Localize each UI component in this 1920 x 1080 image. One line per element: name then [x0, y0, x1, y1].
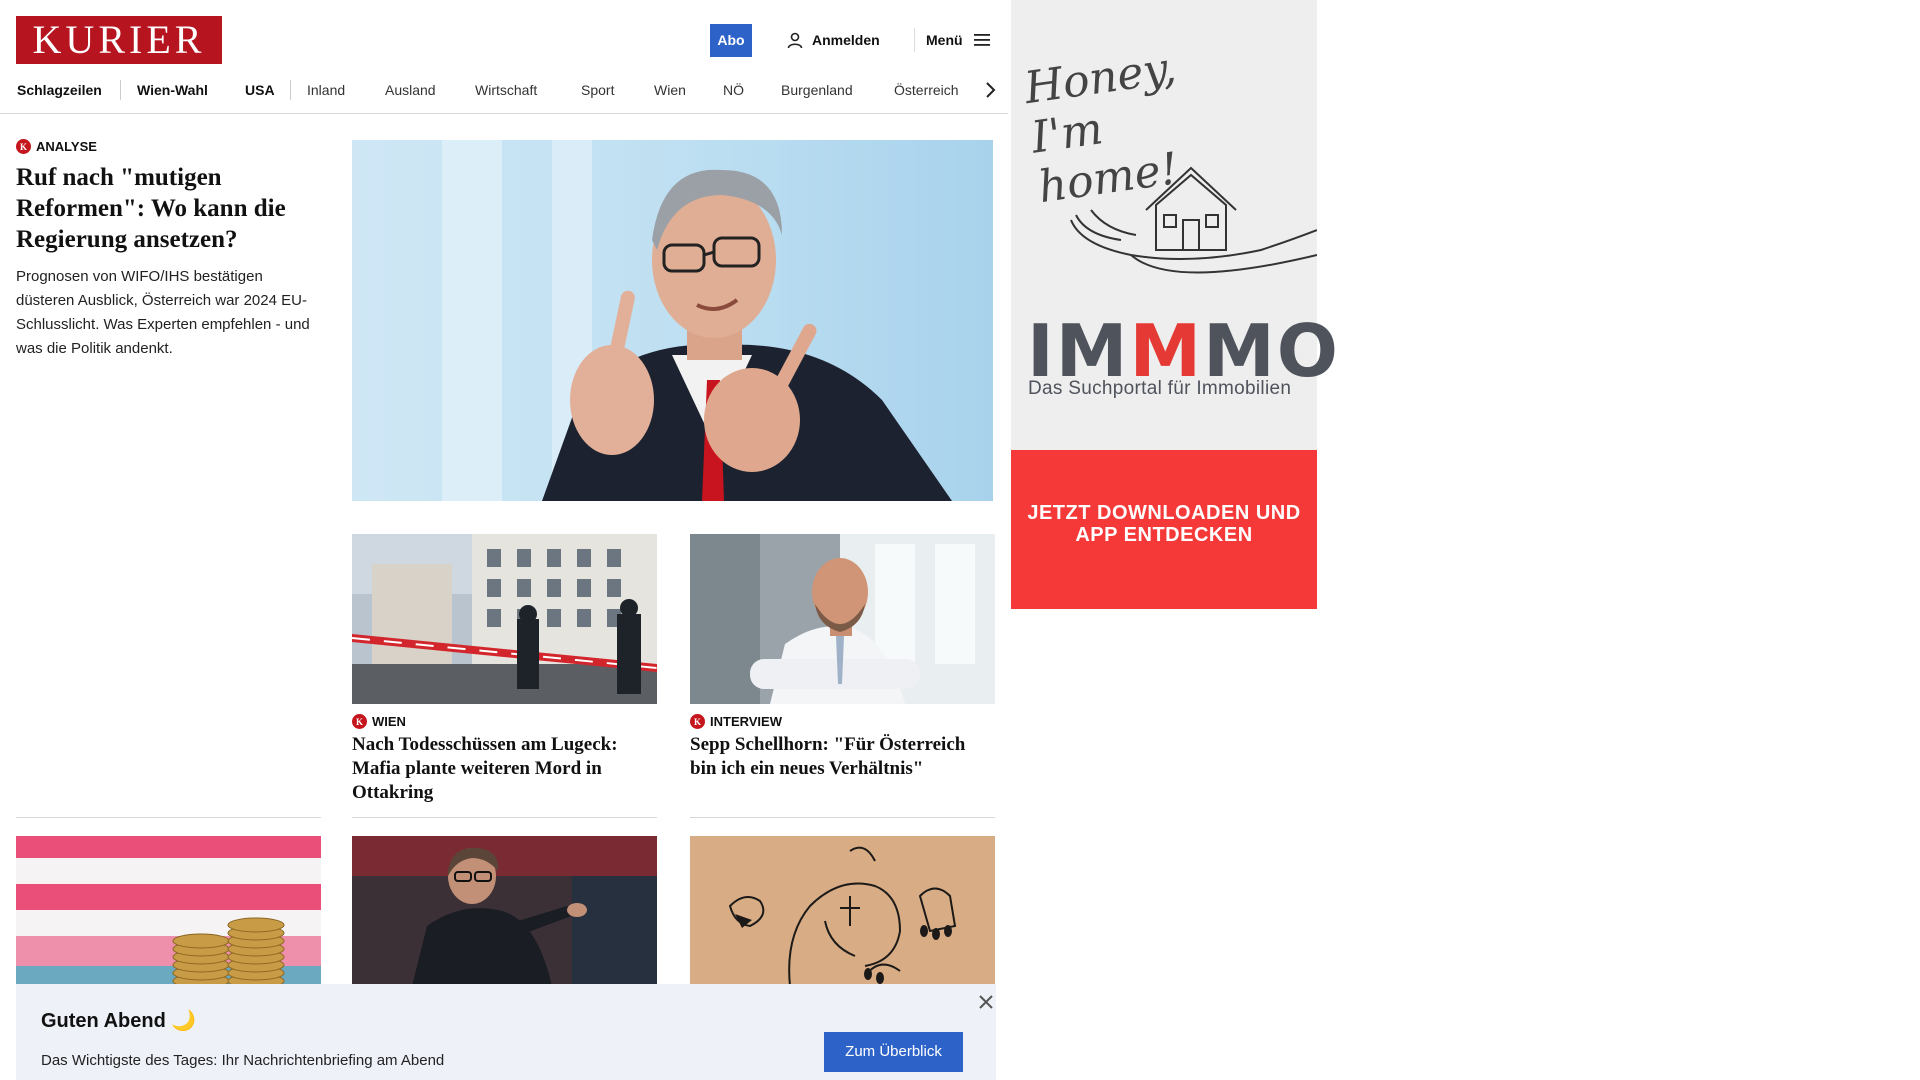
menu-button[interactable]: Menü: [926, 28, 991, 52]
lead-image[interactable]: [352, 140, 993, 501]
header-divider: [914, 28, 915, 52]
divider: [690, 817, 995, 818]
kurier-site: KURIER Abo Anmelden Menü Schlagzeilen Wi…: [0, 0, 1008, 1080]
nav-item-wien-wahl[interactable]: Wien-Wahl: [137, 82, 208, 98]
divider: [352, 817, 657, 818]
banner-title: Guten Abend 🌙: [41, 1010, 197, 1032]
nav-divider: [120, 80, 121, 100]
nav-item-ausland[interactable]: Ausland: [385, 82, 436, 98]
nav-item-oesterreich[interactable]: Österreich: [894, 82, 959, 98]
nav-item-burgenland[interactable]: Burgenland: [781, 82, 853, 98]
close-icon[interactable]: [976, 992, 996, 1012]
article-card-interview[interactable]: K INTERVIEW Sepp Schellhorn: "Für Österr…: [690, 534, 995, 781]
login-label: Anmelden: [812, 32, 880, 48]
nav-item-inland[interactable]: Inland: [307, 82, 345, 98]
nav-item-schlagzeilen[interactable]: Schlagzeilen: [17, 82, 102, 98]
article-card-wien[interactable]: K WIEN Nach Todesschüssen am Lugeck: Maf…: [352, 534, 657, 805]
nav-item-noe[interactable]: NÖ: [723, 82, 744, 98]
card-kicker-label: INTERVIEW: [710, 714, 782, 729]
immmo-advertisement[interactable]: Honey, I'm home! IMMMO Das Suchportal fü…: [1011, 0, 1338, 609]
lead-kicker: K ANALYSE: [16, 139, 320, 154]
card-kicker: K WIEN: [352, 714, 657, 729]
card-title[interactable]: Nach Todesschüssen am Lugeck: Mafia plan…: [352, 733, 657, 805]
house-in-hand-icon: [1070, 166, 1317, 274]
user-icon: [787, 32, 803, 49]
immmo-logo: IMMMO: [1027, 315, 1340, 387]
briefing-banner: Guten Abend 🌙 Das Wichtigste des Tages: …: [16, 984, 996, 1080]
kurier-k-icon: K: [16, 139, 31, 154]
ad-tagline: Das Suchportal für Immobilien: [1028, 378, 1292, 399]
lead-kicker-label: ANALYSE: [36, 139, 97, 154]
ad-cta-button[interactable]: JETZT DOWNLOADEN UND APP ENTDECKEN: [1011, 450, 1317, 609]
card-kicker: K INTERVIEW: [690, 714, 995, 729]
kurier-logo[interactable]: KURIER: [16, 16, 222, 64]
card-image-portrait: [690, 534, 995, 704]
banner-subtitle: Das Wichtigste des Tages: Ihr Nachrichte…: [41, 1052, 445, 1069]
card-title[interactable]: Sepp Schellhorn: "Für Österreich bin ich…: [690, 733, 995, 781]
abo-button[interactable]: Abo: [710, 24, 752, 57]
hamburger-icon: [973, 34, 990, 46]
kurier-k-icon: K: [352, 714, 367, 729]
ad-cta-label: JETZT DOWNLOADEN UND APP ENTDECKEN: [1027, 502, 1301, 546]
nav-item-wirtschaft[interactable]: Wirtschaft: [475, 82, 537, 98]
login-button[interactable]: Anmelden: [786, 28, 880, 52]
lead-article: K ANALYSE Ruf nach "mutigen Reformen": W…: [16, 139, 320, 361]
chevron-right-icon[interactable]: [978, 78, 1002, 102]
kurier-k-icon: K: [690, 714, 705, 729]
overview-button[interactable]: Zum Überblick: [824, 1032, 963, 1072]
nav-item-sport[interactable]: Sport: [581, 82, 614, 98]
thumbnail-coach[interactable]: [352, 836, 657, 986]
lead-title[interactable]: Ruf nach "mutigen Reformen": Wo kann die…: [16, 162, 320, 255]
menu-label: Menü: [926, 32, 963, 48]
card-kicker-label: WIEN: [372, 714, 406, 729]
thumbnail-illustration[interactable]: [690, 836, 995, 986]
nav-divider: [290, 80, 291, 100]
nav-item-wien[interactable]: Wien: [654, 82, 686, 98]
thumbnail-coins[interactable]: [16, 836, 321, 986]
lead-description: Prognosen von WIFO/IHS bestätigen düster…: [16, 268, 310, 357]
nav-item-usa[interactable]: USA: [245, 82, 275, 98]
section-nav: Schlagzeilen Wien-Wahl USA Inland Auslan…: [0, 76, 1008, 114]
divider: [16, 817, 321, 818]
card-image-police: [352, 534, 657, 704]
top-bar: KURIER Abo Anmelden Menü: [0, 0, 1008, 80]
